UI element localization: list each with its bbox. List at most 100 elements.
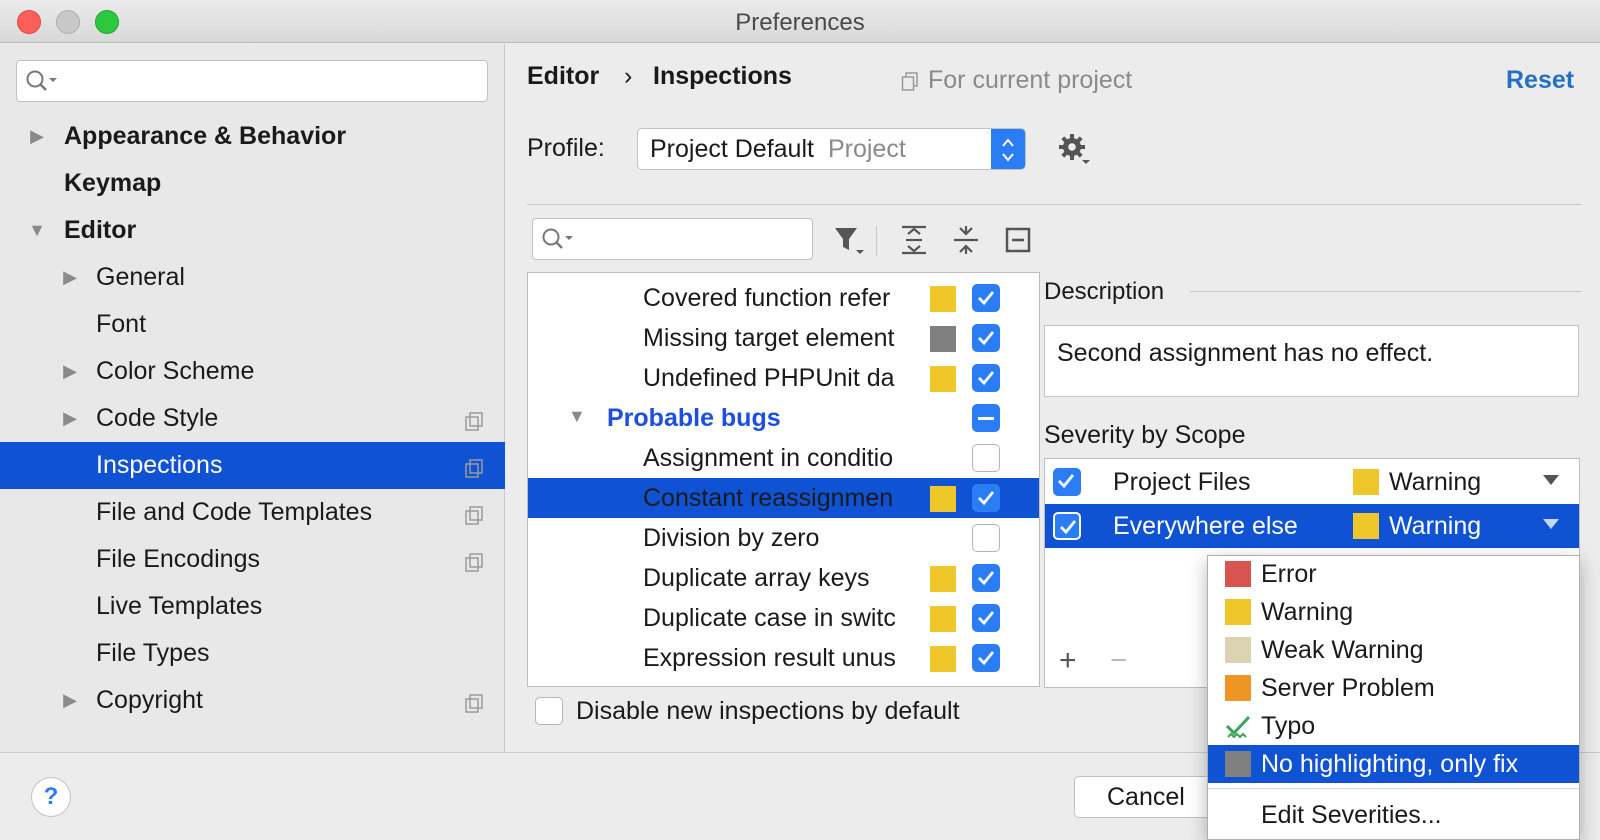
inspection-row[interactable]: Expression result unus [528,638,1039,678]
severity-option-label: Typo [1261,712,1316,740]
scope-checkbox[interactable] [1053,512,1081,540]
scope-note: For current project [928,66,1133,94]
sidebar-item-live-templates[interactable]: Live Templates [0,583,505,630]
sidebar-item-label: General [96,263,185,291]
sidebar-item-general[interactable]: ▶ General [0,254,505,301]
inspection-row[interactable]: Constant reassignmen [528,478,1039,518]
severity-scope-title: Severity by Scope [1044,421,1246,449]
severity-option-label: Weak Warning [1261,636,1424,664]
breadcrumb-separator: › [624,62,633,90]
disable-new-inspections-checkbox[interactable] [535,697,563,725]
sidebar-item-label: Live Templates [96,592,263,620]
chevron-right-icon[interactable]: ▶ [60,408,80,429]
sidebar-item-inspections[interactable]: Inspections [0,442,505,489]
chevron-right-icon[interactable]: ▶ [60,267,80,288]
severity-option-server-problem[interactable]: Server Problem [1208,669,1579,707]
chevron-right-icon[interactable]: ▶ [60,361,80,382]
toolbar-divider [876,226,877,256]
inspection-row[interactable]: Duplicate array keys [528,558,1039,598]
inspection-checkbox[interactable] [972,604,1000,632]
severity-color-swatch [930,606,956,632]
inspection-checkbox[interactable] [972,324,1000,352]
severity-option-typo[interactable]: Typo [1208,707,1579,745]
scope-severity-select[interactable]: Warning [1389,512,1481,541]
sidebar-item-label: Appearance & Behavior [64,122,347,150]
severity-option-label: Error [1261,560,1317,588]
sidebar-item-file-types[interactable]: File Types [0,630,505,677]
sidebar-item-color-scheme[interactable]: ▶ Color Scheme [0,348,505,395]
inspection-row[interactable]: Assignment in conditio [528,438,1039,478]
scope-row-project-files[interactable]: Project Files Warning [1045,460,1579,504]
description-text: Second assignment has no effect. [1057,339,1434,367]
cancel-button[interactable]: Cancel [1074,776,1214,818]
chevron-down-icon[interactable] [1543,519,1559,529]
help-button[interactable]: ? [31,777,71,817]
sidebar-item-code-style[interactable]: ▶ Code Style [0,395,505,442]
severity-option-no-highlighting-only-fix[interactable]: No highlighting, only fix [1208,745,1579,783]
edit-severities-item[interactable]: Edit Severities... [1208,796,1579,834]
sidebar-item-file-encodings[interactable]: File Encodings [0,536,505,583]
expand-all-icon[interactable] [896,222,932,258]
sidebar-item-copyright[interactable]: ▶ Copyright [0,677,505,724]
profile-value: Project Default [650,135,814,163]
chevron-down-icon[interactable]: ▼ [568,406,586,427]
severity-color-swatch [1353,469,1379,495]
inspection-checkbox[interactable] [972,404,1000,432]
scope-severity-select[interactable]: Warning [1389,468,1481,497]
severity-option-weak-warning[interactable]: Weak Warning [1208,631,1579,669]
chevron-down-icon[interactable]: ▼ [27,220,47,241]
inspection-row[interactable]: Missing target element [528,318,1039,358]
inspection-checkbox[interactable] [972,364,1000,392]
reset-link[interactable]: Reset [1506,66,1574,95]
filter-icon[interactable] [830,222,866,258]
sidebar-item-font[interactable]: Font [0,301,505,348]
window-title: Preferences [735,9,865,36]
scope-row-everywhere-else[interactable]: Everywhere else Warning [1045,504,1579,548]
inspection-row[interactable]: Covered function refer [528,278,1039,318]
sidebar-item-label: Code Style [96,404,219,432]
sidebar-item-label: Font [96,310,147,338]
scope-checkbox[interactable] [1053,468,1081,496]
inspection-checkbox[interactable] [972,284,1000,312]
inspection-label: Duplicate array keys [643,564,870,592]
project-scope-icon [464,409,484,431]
collapse-all-icon[interactable] [948,222,984,258]
severity-color-swatch [1225,675,1251,701]
sidebar-search-input[interactable] [16,60,488,102]
inspection-search-input[interactable] [532,218,813,260]
inspection-row[interactable]: Undefined PHPUnit da [528,358,1039,398]
inspection-checkbox[interactable] [972,524,1000,552]
inspection-checkbox[interactable] [972,564,1000,592]
sidebar-item-label: Editor [64,216,137,244]
severity-color-swatch [930,326,956,352]
inspection-checkbox[interactable] [972,484,1000,512]
breadcrumb-parent[interactable]: Editor [527,62,599,91]
inspection-checkbox[interactable] [972,444,1000,472]
chevron-right-icon[interactable]: ▶ [60,690,80,711]
profile-select[interactable]: Project Default Project [637,128,1026,170]
gear-icon[interactable] [1058,133,1092,167]
inspection-checkbox[interactable] [972,644,1000,672]
chevron-updown-icon [991,129,1025,169]
sidebar-item-file-and-code-templates[interactable]: File and Code Templates [0,489,505,536]
inspection-label: Probable bugs [607,404,781,432]
inspection-group[interactable]: ▼ Probable bugs [528,398,1039,438]
inspection-row[interactable]: Division by zero [528,518,1039,558]
chevron-right-icon[interactable]: ▶ [27,126,47,147]
chevron-down-icon[interactable] [1543,475,1559,485]
reset-to-default-icon[interactable] [1000,222,1036,258]
profile-label: Profile: [527,134,605,162]
add-scope-button[interactable]: + [1059,644,1077,678]
severity-option-error[interactable]: Error [1208,555,1579,593]
menu-divider [1208,788,1579,789]
severity-color-swatch [1225,561,1251,587]
sidebar-item-keymap[interactable]: Keymap [0,160,505,207]
sidebar-item-editor[interactable]: ▼ Editor [0,207,505,254]
inspection-label: Missing target element [643,324,895,352]
description-divider [1190,291,1582,292]
inspection-row[interactable]: Duplicate case in switc [528,598,1039,638]
project-scope-icon [901,72,918,91]
remove-scope-button[interactable]: − [1110,644,1128,678]
severity-option-warning[interactable]: Warning [1208,593,1579,631]
sidebar-item-appearance-behavior[interactable]: ▶ Appearance & Behavior [0,113,505,160]
